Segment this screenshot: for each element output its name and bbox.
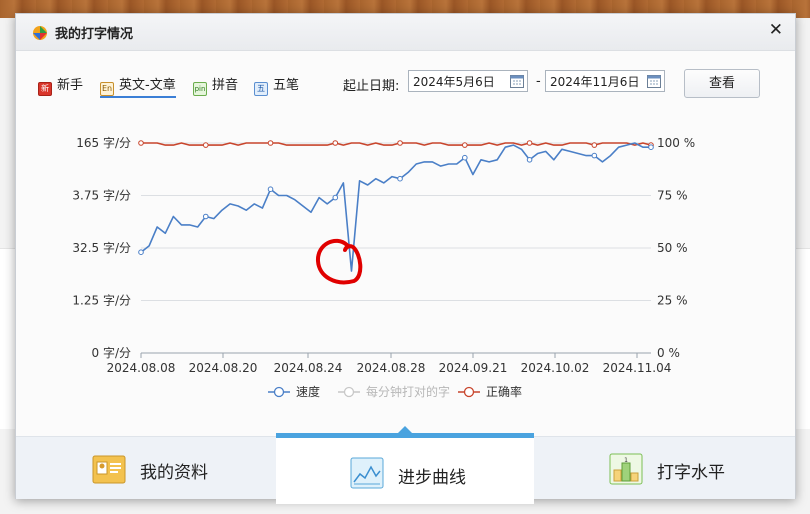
accuracy-point (138, 140, 144, 146)
speed-point (397, 175, 403, 182)
tab-typing-level[interactable]: 1 打字水平 (534, 437, 795, 499)
active-tab-caret (398, 426, 412, 433)
accuracy-point (591, 142, 598, 148)
x-tick-label: 2024.11.04 (603, 361, 672, 375)
accuracy-point (526, 140, 533, 146)
speed-point (526, 157, 533, 163)
x-tick-label: 2024.08.08 (107, 361, 176, 375)
speed-point (332, 194, 339, 201)
tab-label: 我的资料 (140, 463, 208, 483)
accuracy-point (462, 142, 468, 148)
y-right-tick-label: 25 % (657, 294, 688, 308)
speed-point (591, 152, 598, 159)
x-tick-label: 2024.08.20 (189, 361, 258, 375)
tab-progress-curve[interactable]: 进步曲线 (276, 426, 534, 504)
typing-stats-dialog: 我的打字情况 ✕ 新新手 En 英文-文章 pin 拼音 五五笔 起止日期: 202… (15, 13, 796, 504)
accuracy-point (332, 140, 339, 146)
legend-marker (463, 386, 475, 398)
y-right-tick-label: 75 % (657, 189, 688, 203)
bottom-navigation: 我的资料 进步曲线 1 打字水平 (16, 426, 795, 504)
legend-entry-3: 正确率 (486, 384, 522, 399)
speed-point (648, 144, 654, 150)
tab-label: 打字水平 (657, 463, 725, 483)
progress-chart: 0 字/分 0 % 1.25 字/分 25 % 32.5 字/分 50 % 3.75 字/分… (72, 135, 695, 399)
legend-entry-2: 每分钟打对的字 (366, 384, 450, 399)
x-tick-label: 2024.08.28 (357, 361, 426, 375)
accuracy-point (202, 142, 209, 148)
speed-point (267, 186, 274, 192)
svg-text:1: 1 (624, 457, 628, 464)
speed-point (138, 249, 144, 255)
tab-my-profile[interactable]: 我的资料 (16, 437, 276, 499)
accuracy-point (267, 140, 274, 146)
x-tick-label: 2024.09.21 (439, 361, 508, 375)
y-left-tick-label: 1.25 字/分 (72, 293, 131, 308)
speed-point (202, 213, 209, 220)
y-left-tick-label: 32.5 字/分 (72, 240, 131, 255)
speed-point (462, 154, 468, 161)
y-right-tick-label: 50 % (657, 241, 688, 255)
x-tick-label: 2024.08.24 (274, 361, 343, 375)
legend-entry-1: 速度 (296, 384, 320, 399)
line-chart-icon (350, 457, 384, 489)
accuracy-point (397, 140, 403, 146)
legend-marker (273, 386, 285, 398)
podium-icon: 1 (609, 453, 643, 485)
red-circle-annotation (316, 238, 363, 285)
y-right-tick-label: 0 % (657, 346, 680, 360)
y-right-tick-label: 100 % (657, 136, 695, 150)
speed-line (140, 142, 651, 272)
y-left-tick-label: 0 字/分 (92, 345, 132, 360)
y-left-tick-label: 3.75 字/分 (72, 188, 131, 203)
tab-label: 进步曲线 (398, 468, 466, 488)
x-tick-label: 2024.10.02 (521, 361, 590, 375)
y-left-tick-label: 165 字/分 (76, 135, 131, 150)
profile-card-icon (92, 455, 126, 484)
legend-marker (343, 386, 355, 398)
